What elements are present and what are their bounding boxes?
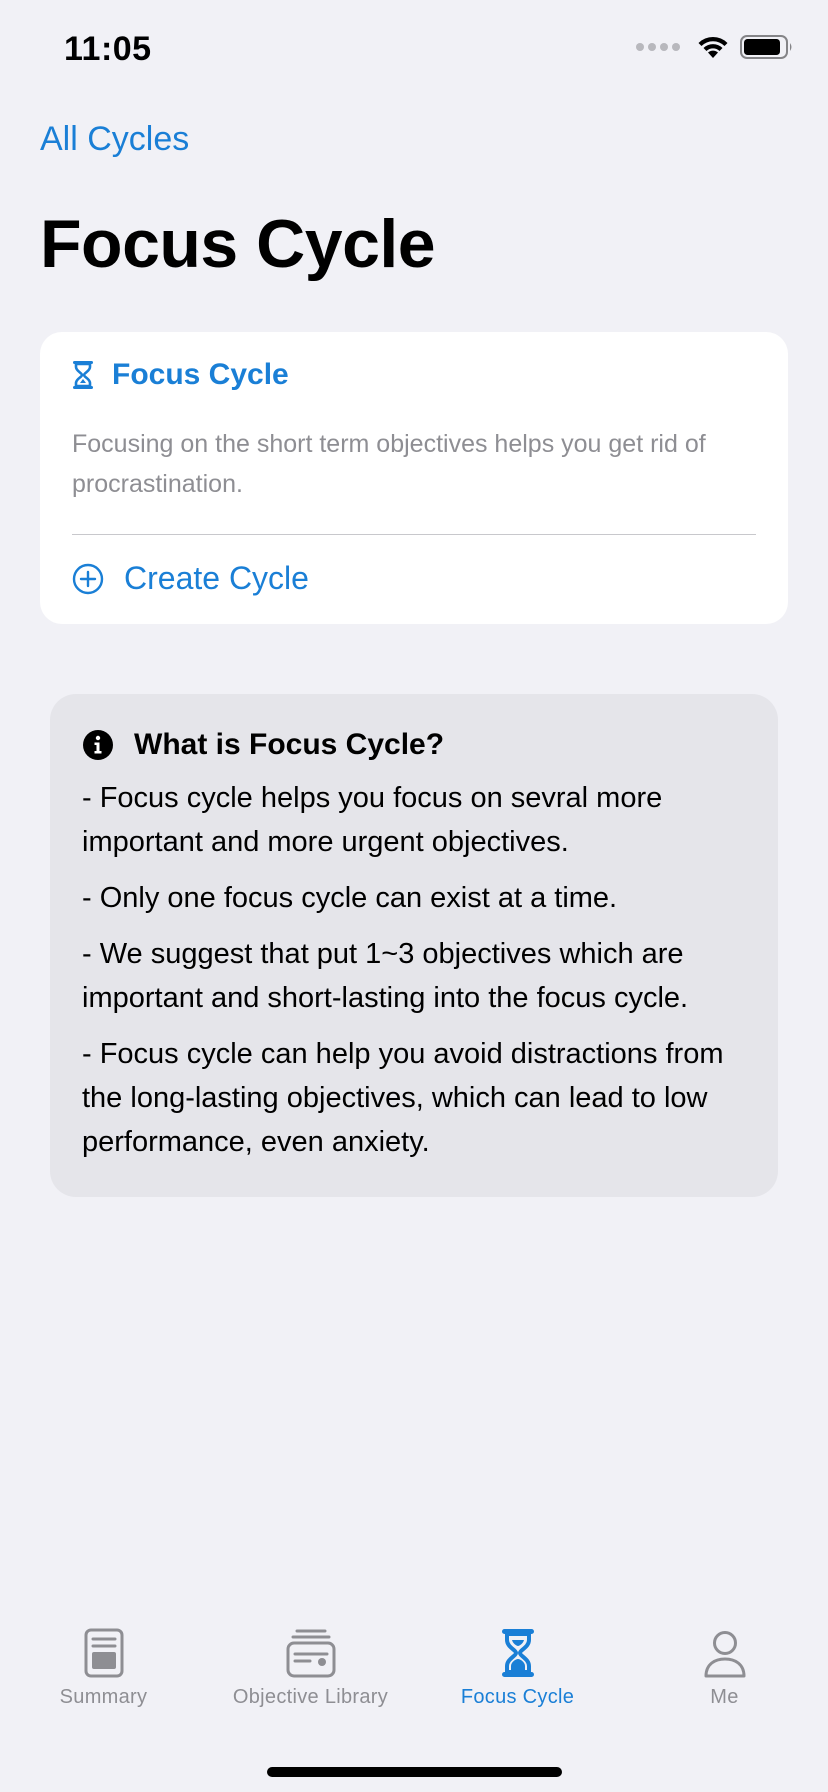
info-paragraph: - Only one focus cycle can exist at a ti… (82, 882, 618, 914)
tab-label: Objective Library (232, 1686, 389, 1708)
tab-bar: Summary Objective Library Focus Cycle Me (0, 1620, 828, 1720)
info-paragraph: - Focus cycle can help you avoid distrac… (82, 1038, 724, 1158)
wifi-icon (698, 36, 728, 58)
status-time: 11:05 (64, 30, 152, 68)
tab-label: Summary (59, 1686, 148, 1708)
tab-objective-library[interactable]: Objective Library (207, 1620, 414, 1720)
status-icons (636, 34, 794, 60)
library-icon (286, 1629, 335, 1678)
focus-cycle-card: Focus Cycle Focusing on the short term o… (40, 332, 788, 624)
info-title: What is Focus Cycle? (134, 728, 445, 761)
page-title: Focus Cycle (40, 206, 436, 282)
summary-icon (84, 1628, 123, 1678)
cellular-signal-icon (636, 43, 680, 51)
home-indicator[interactable] (267, 1767, 562, 1777)
status-bar: 11:05 (0, 0, 828, 100)
tab-label: Me (710, 1686, 739, 1708)
create-cycle-button[interactable]: Create Cycle (72, 560, 309, 597)
card-title: Focus Cycle (112, 358, 289, 391)
card-header: Focus Cycle (72, 358, 289, 392)
hourglass-icon (73, 361, 93, 389)
person-icon (704, 1631, 745, 1678)
info-paragraph: - We suggest that put 1~3 objectives whi… (82, 938, 689, 1014)
tab-me[interactable]: Me (621, 1620, 828, 1720)
info-box: What is Focus Cycle? - Focus cycle helps… (50, 694, 778, 1197)
info-circle-icon (83, 730, 113, 760)
hourglass-icon (501, 1629, 534, 1677)
tab-label: Focus Cycle (460, 1686, 575, 1708)
divider (72, 534, 756, 535)
card-description: Focusing on the short term objectives he… (72, 430, 706, 498)
tab-summary[interactable]: Summary (0, 1620, 207, 1720)
battery-icon (740, 35, 792, 59)
info-paragraph: - Focus cycle helps you focus on sevral … (82, 782, 663, 858)
tab-focus-cycle[interactable]: Focus Cycle (414, 1620, 621, 1720)
all-cycles-back-button[interactable]: All Cycles (40, 120, 189, 159)
info-title-row: What is Focus Cycle? (82, 728, 746, 762)
plus-circle-icon (72, 563, 104, 594)
create-cycle-label: Create Cycle (124, 560, 309, 596)
